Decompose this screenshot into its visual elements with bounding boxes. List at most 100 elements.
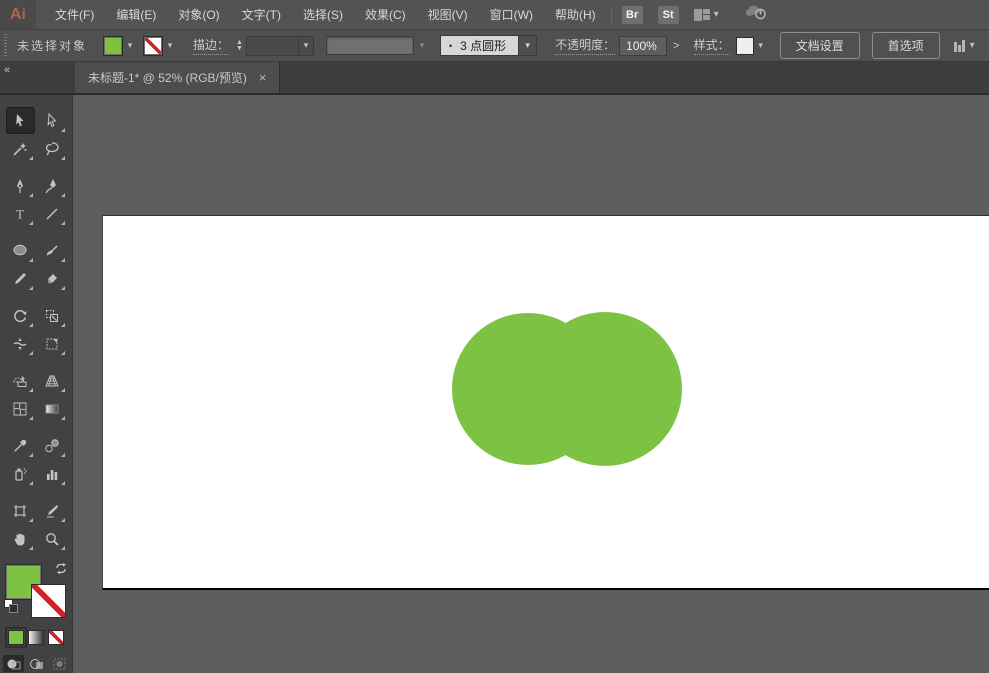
draw-behind-button[interactable] (26, 655, 47, 672)
direct-selection-tool[interactable] (39, 108, 66, 133)
selection-tool[interactable] (7, 108, 34, 133)
menubar-separator (611, 6, 612, 24)
draw-normal-button[interactable] (3, 655, 24, 672)
menu-effect[interactable]: 效果(C) (354, 0, 417, 29)
pen-tool[interactable] (7, 173, 34, 198)
brush-dot-icon: • (449, 41, 452, 51)
menu-view[interactable]: 视图(V) (417, 0, 479, 29)
free-transform-tool[interactable] (39, 331, 66, 356)
preferences-button[interactable]: 首选项 (872, 32, 940, 59)
tool-group-divider (7, 164, 66, 170)
document-tab-bar: « 未标题-1* @ 52% (RGB/预览) × (0, 62, 989, 95)
tool-group-divider (7, 359, 66, 365)
collapse-panel-icon[interactable]: « (4, 64, 9, 76)
menu-window[interactable]: 窗口(W) (479, 0, 544, 29)
cc-sync-icon[interactable] (745, 4, 767, 25)
mesh-tool[interactable] (7, 396, 34, 421)
shape-builder-tool[interactable] (7, 368, 34, 393)
menu-select[interactable]: 选择(S) (292, 0, 354, 29)
lasso-tool[interactable] (39, 136, 66, 161)
selection-status: 未选择对象 (17, 37, 87, 54)
color-button[interactable] (8, 630, 24, 645)
swap-fill-stroke-icon[interactable] (54, 563, 68, 581)
tools-panel: T (0, 95, 73, 673)
none-button[interactable] (48, 630, 64, 645)
hand-tool[interactable] (7, 526, 34, 551)
width-tool[interactable] (7, 331, 34, 356)
control-bar-grip[interactable] (2, 34, 9, 58)
document-setup-button[interactable]: 文档设置 (780, 32, 860, 59)
paintbrush-tool[interactable] (39, 238, 66, 263)
document-tab[interactable]: 未标题-1* @ 52% (RGB/预览) × (75, 62, 280, 93)
fill-color-control[interactable]: ▾ (103, 36, 137, 56)
menu-file[interactable]: 文件(F) (44, 0, 105, 29)
rotate-tool[interactable] (7, 303, 34, 328)
stroke-color-control[interactable]: ▾ (143, 36, 177, 56)
opacity-label[interactable]: 不透明度： (555, 36, 615, 55)
scale-tool[interactable] (39, 303, 66, 328)
document-tab-title: 未标题-1* @ 52% (RGB/预览) (88, 69, 247, 86)
menu-edit[interactable]: 编辑(E) (105, 0, 167, 29)
tool-group-divider (7, 229, 66, 235)
tool-group-divider (7, 489, 66, 495)
ellipse-tool[interactable] (7, 238, 34, 263)
draw-inside-button[interactable] (49, 655, 70, 672)
opacity-field[interactable]: 100% (619, 36, 667, 56)
stock-button[interactable]: St (658, 6, 679, 24)
slice-tool[interactable] (39, 498, 66, 523)
eyedropper-tool[interactable] (7, 433, 34, 458)
align-chevron-icon[interactable]: ▾ (970, 40, 975, 51)
stroke-weight-stepper[interactable]: ▲▼ (236, 40, 243, 52)
menu-bar: Ai 文件(F) 编辑(E) 对象(O) 文字(T) 选择(S) 效果(C) 视… (0, 0, 989, 30)
fill-stroke-proxy (4, 563, 68, 621)
stroke-proxy-swatch[interactable] (31, 584, 66, 618)
menu-type[interactable]: 文字(T) (231, 0, 292, 29)
zoom-tool[interactable] (39, 526, 66, 551)
curvature-tool[interactable] (39, 173, 66, 198)
brush-definition-chevron-icon[interactable]: ▾ (519, 35, 537, 56)
control-bar: 未选择对象 ▾ ▾ 描边： ▲▼ ▾ ▾ • 3 点圆形 ▾ 不透明度： 100… (0, 30, 989, 62)
tab-close-icon[interactable]: × (259, 70, 267, 85)
app-logo: Ai (0, 0, 36, 29)
canvas-pasteboard[interactable] (73, 95, 989, 673)
stroke-color-swatch[interactable] (143, 36, 163, 56)
stroke-weight-label[interactable]: 描边： (193, 36, 229, 55)
style-swatch[interactable] (736, 37, 754, 55)
bridge-button[interactable]: Br (622, 6, 643, 24)
fill-color-swatch[interactable] (103, 36, 123, 56)
column-graph-tool[interactable] (39, 461, 66, 486)
artboard-tool[interactable] (7, 498, 34, 523)
green-circle-2[interactable] (528, 312, 682, 466)
tool-grid: T (7, 108, 66, 551)
style-label[interactable]: 样式： (694, 36, 730, 55)
variable-width-profile-preview[interactable] (326, 36, 414, 55)
type-tool[interactable]: T (7, 201, 34, 226)
workspace-icon[interactable] (694, 9, 710, 21)
tools-dock-header: « (0, 62, 73, 93)
drawing-mode-row (3, 655, 70, 672)
magic-wand-tool[interactable] (7, 136, 34, 161)
fill-chevron-icon[interactable]: ▾ (123, 36, 137, 56)
symbol-sprayer-tool[interactable] (7, 461, 34, 486)
brush-definition-value: 3 点圆形 (460, 37, 506, 54)
blend-tool[interactable] (39, 433, 66, 458)
opacity-expand-arrow[interactable]: > (667, 40, 685, 52)
line-segment-tool[interactable] (39, 201, 66, 226)
stroke-weight-field[interactable] (246, 36, 298, 56)
menu-object[interactable]: 对象(O) (167, 0, 230, 29)
stroke-chevron-icon[interactable]: ▾ (163, 36, 177, 56)
eraser-tool[interactable] (39, 266, 66, 291)
menu-help[interactable]: 帮助(H) (544, 0, 607, 29)
main-area: T (0, 95, 989, 673)
gradient-tool[interactable] (39, 396, 66, 421)
default-fill-stroke-icon[interactable] (4, 599, 19, 614)
perspective-grid-tool[interactable] (39, 368, 66, 393)
gradient-button[interactable] (28, 630, 44, 645)
workspace-chevron-icon[interactable]: ▾ (714, 9, 719, 20)
align-options-icon[interactable] (954, 40, 965, 52)
style-chevron-icon[interactable]: ▾ (754, 36, 768, 56)
brush-definition-combo[interactable]: • 3 点圆形 (440, 35, 519, 56)
tool-group-divider (7, 294, 66, 300)
stroke-weight-chevron-icon[interactable]: ▾ (298, 36, 314, 56)
pencil-tool[interactable] (7, 266, 34, 291)
